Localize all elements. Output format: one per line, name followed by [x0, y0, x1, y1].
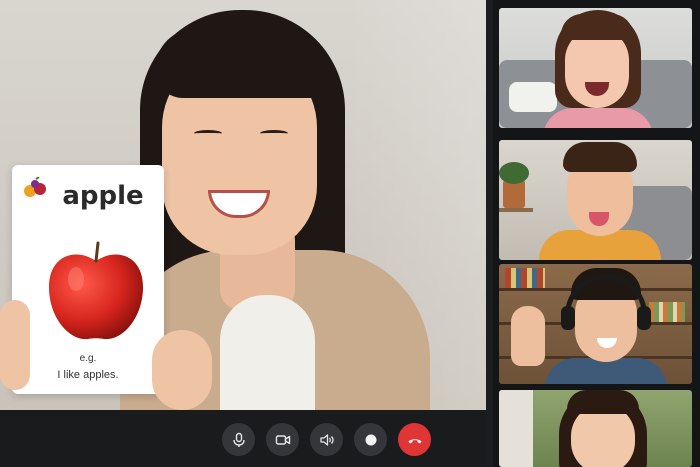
speaker-icon — [319, 433, 334, 446]
end-call-button[interactable] — [398, 423, 431, 456]
microphone-icon — [232, 432, 245, 447]
participant-tile-1[interactable] — [499, 8, 692, 128]
mute-microphone-button[interactable] — [222, 423, 255, 456]
waving-hand — [511, 306, 545, 366]
participant-1-video — [543, 10, 653, 128]
main-speaker-video[interactable]: apple e.g. I like apples. — [0, 0, 486, 410]
participant-3-video — [545, 268, 667, 384]
video-call-window: apple e.g. I like apples. — [0, 0, 700, 467]
participant-strip — [493, 0, 700, 467]
flashcard: apple e.g. I like apples. — [12, 165, 164, 394]
door-frame — [499, 390, 533, 467]
teacher-right-hand — [152, 330, 212, 410]
participant-tile-4[interactable] — [499, 390, 692, 467]
participant-tile-2[interactable] — [499, 140, 692, 260]
flashcard-example-prefix: e.g. — [79, 353, 97, 364]
record-button[interactable] — [354, 423, 387, 456]
plant-leaves — [499, 162, 529, 184]
hang-up-icon — [408, 438, 421, 443]
participant-tile-3[interactable] — [499, 264, 692, 384]
teacher-left-hand — [0, 300, 30, 390]
call-control-bar — [0, 410, 486, 467]
bookshelf-books — [505, 268, 545, 288]
toggle-camera-button[interactable] — [266, 423, 299, 456]
flashcard-example-sentence: I like apples. — [57, 369, 119, 381]
speaker-volume-button[interactable] — [310, 423, 343, 456]
participant-4-video — [553, 390, 653, 467]
participant-2-video — [539, 142, 661, 260]
record-dot-icon — [365, 434, 376, 445]
apple-illustration — [48, 241, 144, 340]
flashcard-word: apple — [62, 181, 144, 211]
plant-pot — [503, 180, 525, 208]
video-camera-icon — [275, 434, 290, 445]
